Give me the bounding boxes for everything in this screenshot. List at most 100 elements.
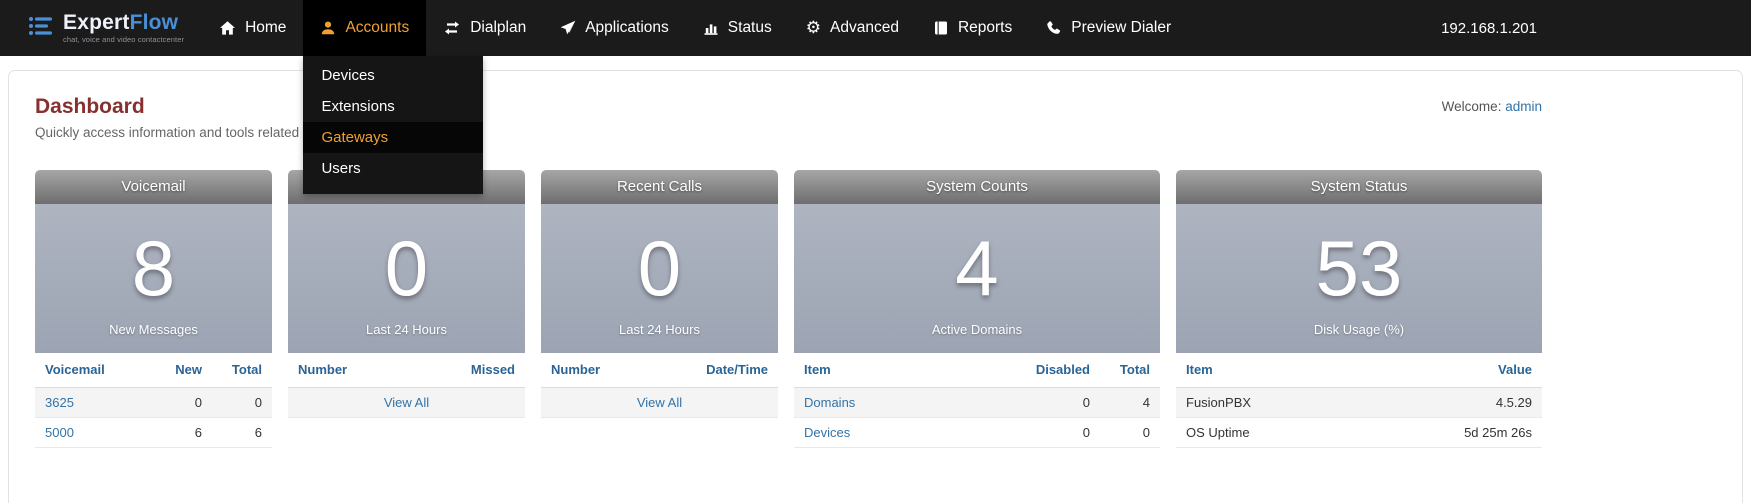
cell-disabled: 0 — [1020, 388, 1100, 418]
view-all-link[interactable]: View All — [384, 395, 429, 410]
card-system-status-number: 53 — [1176, 228, 1542, 310]
card-voicemail-stat[interactable]: 8 New Messages — [35, 204, 272, 353]
cell-disabled: 0 — [1020, 418, 1100, 448]
card-voicemail-number: 8 — [35, 228, 272, 310]
brand-name-expert: Expert — [63, 11, 130, 34]
brand-name: ExpertFlow — [63, 12, 184, 33]
nav-dialplan[interactable]: Dialplan — [426, 0, 543, 56]
screen: ExpertFlow chat, voice and video contact… — [0, 0, 1751, 503]
card-missed-calls-number-label: Last 24 Hours — [288, 322, 525, 337]
table-header-row: Item Value — [1176, 353, 1542, 388]
nav-advanced[interactable]: ⚙ Advanced — [789, 0, 916, 56]
col-missed: Missed — [445, 353, 525, 388]
menu-item-extensions[interactable]: Extensions — [303, 91, 483, 122]
nav-reports[interactable]: Reports — [916, 0, 1029, 56]
card-system-counts-number-label: Active Domains — [794, 322, 1160, 337]
menu-item-devices[interactable]: Devices — [303, 60, 483, 91]
welcome-message: Welcome: admin — [1442, 95, 1542, 114]
nav-preview-dialer-label: Preview Dialer — [1071, 19, 1171, 37]
table-header-row: Number Date/Time — [541, 353, 778, 388]
col-date-time: Date/Time — [696, 353, 778, 388]
col-new: New — [152, 353, 212, 388]
cell-view-all: View All — [288, 388, 525, 418]
nav-reports-label: Reports — [958, 19, 1012, 37]
col-disabled: Disabled — [1020, 353, 1100, 388]
missed-calls-table: Number Missed View All — [288, 353, 525, 418]
brand-logo[interactable]: ExpertFlow chat, voice and video contact… — [0, 12, 202, 44]
cell-item: FusionPBX — [1176, 388, 1356, 418]
cell-total: 4 — [1100, 388, 1160, 418]
nav-applications[interactable]: Applications — [543, 0, 686, 56]
system-counts-table: Item Disabled Total Domains 0 4 Devic — [794, 353, 1160, 448]
table-header-row: Item Disabled Total — [794, 353, 1160, 388]
voicemail-box-link[interactable]: 3625 — [45, 395, 74, 410]
card-voicemail-title[interactable]: Voicemail — [35, 170, 272, 204]
system-count-link[interactable]: Domains — [804, 395, 855, 410]
dashboard-content: Dashboard Quickly access information and… — [35, 95, 1542, 448]
table-row: FusionPBX 4.5.29 — [1176, 388, 1542, 418]
col-number: Number — [288, 353, 445, 388]
home-icon — [219, 20, 236, 37]
cell-item: OS Uptime — [1176, 418, 1356, 448]
brand-tagline: chat, voice and video contactcenter — [63, 36, 184, 44]
col-item: Item — [1176, 353, 1356, 388]
welcome-label: Welcome: — [1442, 99, 1502, 114]
card-system-status-number-label: Disk Usage (%) — [1176, 322, 1542, 337]
card-recent-calls-title[interactable]: Recent Calls — [541, 170, 778, 204]
card-recent-calls: Recent Calls 0 Last 24 Hours Number Date… — [541, 170, 778, 418]
col-total: Total — [1100, 353, 1160, 388]
card-system-counts-title[interactable]: System Counts — [794, 170, 1160, 204]
card-system-counts-number: 4 — [794, 228, 1160, 310]
bar-chart-icon — [703, 20, 719, 36]
table-row: View All — [541, 388, 778, 418]
menu-item-gateways[interactable]: Gateways — [303, 122, 483, 153]
nav-applications-label: Applications — [585, 19, 669, 37]
col-number: Number — [541, 353, 696, 388]
voicemail-box-link[interactable]: 5000 — [45, 425, 74, 440]
col-value: Value — [1356, 353, 1542, 388]
cell-voicemail-box: 3625 — [35, 388, 152, 418]
card-system-status-stat[interactable]: 53 Disk Usage (%) — [1176, 204, 1542, 353]
card-system-status-title[interactable]: System Status — [1176, 170, 1542, 204]
page-subtitle: Quickly access information and tools rel… — [35, 125, 299, 140]
accounts-dropdown-menu: Devices Extensions Gateways Users — [303, 56, 483, 194]
table-row: OS Uptime 5d 25m 26s — [1176, 418, 1542, 448]
table-row: View All — [288, 388, 525, 418]
exchange-icon — [443, 20, 461, 36]
system-count-link[interactable]: Devices — [804, 425, 850, 440]
welcome-user-link[interactable]: admin — [1505, 99, 1542, 114]
nav-status-label: Status — [728, 19, 772, 37]
card-system-counts-stat[interactable]: 4 Active Domains — [794, 204, 1160, 353]
page-title-block: Dashboard Quickly access information and… — [35, 95, 299, 140]
view-all-link[interactable]: View All — [637, 395, 682, 410]
gear-icon: ⚙ — [806, 20, 821, 37]
expertflow-logo-icon — [28, 15, 54, 42]
voicemail-table: Voicemail New Total 3625 0 0 5000 — [35, 353, 272, 448]
cell-item: Domains — [794, 388, 1020, 418]
cell-total: 6 — [212, 418, 272, 448]
nav-status[interactable]: Status — [686, 0, 789, 56]
menu-item-users[interactable]: Users — [303, 153, 483, 184]
card-missed-calls-stat[interactable]: 0 Last 24 Hours — [288, 204, 525, 353]
top-navbar: ExpertFlow chat, voice and video contact… — [0, 0, 1751, 56]
cell-new: 6 — [152, 418, 212, 448]
cell-item: Devices — [794, 418, 1020, 448]
nav-home-label: Home — [245, 19, 286, 37]
cell-value: 4.5.29 — [1356, 388, 1542, 418]
card-recent-calls-stat[interactable]: 0 Last 24 Hours — [541, 204, 778, 353]
brand-name-flow: Flow — [130, 11, 179, 34]
phone-icon — [1046, 20, 1062, 36]
dashboard-cards-row: Voicemail 8 New Messages Voicemail New T… — [35, 170, 1542, 448]
main-panel: Dashboard Quickly access information and… — [8, 70, 1743, 503]
cell-total: 0 — [212, 388, 272, 418]
book-icon — [933, 20, 949, 36]
main-nav: Home Accounts Devices Extensions Gateway… — [202, 0, 1188, 56]
server-ip-address: 192.168.1.201 — [1441, 20, 1537, 37]
card-missed-calls: Missed Calls 0 Last 24 Hours Number Miss… — [288, 170, 525, 418]
page-title: Dashboard — [35, 95, 299, 119]
card-recent-calls-number-label: Last 24 Hours — [541, 322, 778, 337]
nav-accounts[interactable]: Accounts Devices Extensions Gateways Use… — [303, 0, 426, 56]
nav-home[interactable]: Home — [202, 0, 303, 56]
nav-preview-dialer[interactable]: Preview Dialer — [1029, 0, 1188, 56]
col-total: Total — [212, 353, 272, 388]
